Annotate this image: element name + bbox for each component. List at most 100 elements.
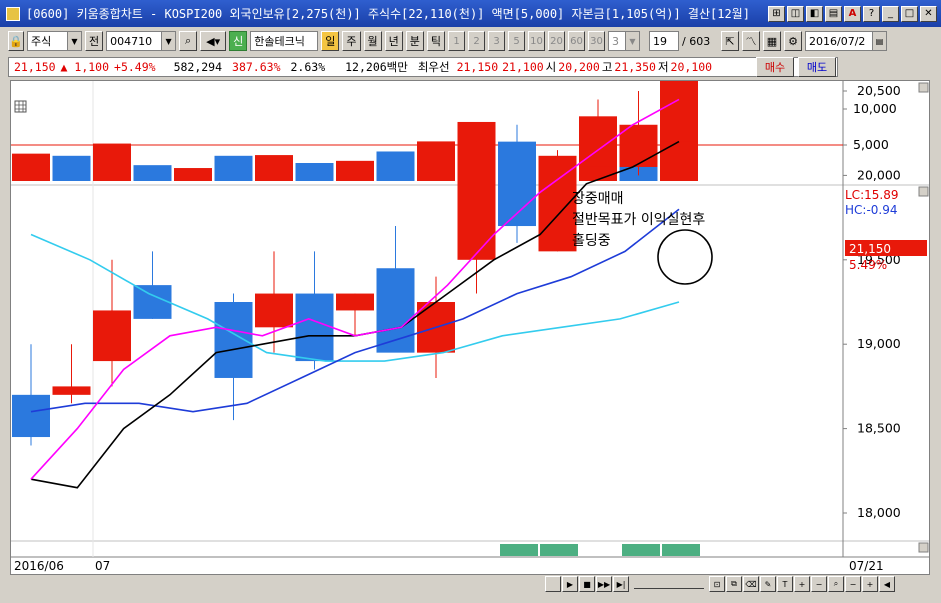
candle-body (336, 293, 374, 311)
minimize-button[interactable]: _ (882, 5, 899, 22)
period-minute-button[interactable]: 분 (405, 31, 424, 51)
chart-svg[interactable]: 21,50021,00020,50020,00019,50019,00018,5… (11, 0, 929, 574)
end-icon[interactable]: ▶| (613, 576, 629, 592)
code-input[interactable]: 004710 ▼ (106, 31, 177, 51)
help-icon[interactable]: ? (863, 5, 880, 22)
volume-bar (417, 141, 455, 181)
app-icon (6, 6, 20, 21)
link-icon[interactable]: ⊞ (768, 5, 785, 22)
window-icon[interactable]: ◫ (787, 5, 804, 22)
turnover: 2.63% (290, 60, 326, 74)
volume-bar (214, 155, 253, 181)
alert-icon[interactable]: A (844, 5, 861, 22)
count-input[interactable]: 19 (649, 31, 679, 51)
interval-button[interactable]: 5 (508, 31, 525, 51)
volume-tick-label: 5,000 (853, 137, 889, 152)
draw-icon[interactable]: ✎ (760, 576, 776, 592)
chevron-down-icon: ▼ (67, 32, 81, 50)
speaker-icon[interactable]: ◀▾ (200, 31, 227, 51)
interval-button[interactable]: 30 (588, 31, 605, 51)
prev-button[interactable]: 전 (85, 31, 104, 51)
title-buttons: ⊞ ◫ ◧ ▤ A ? _ □ ✕ (768, 5, 937, 22)
sell-button[interactable]: 매도 (798, 57, 836, 77)
zoom-icon[interactable]: ⇱ (721, 31, 739, 51)
title-bar: [0600] 키움종합차트 - KOSPI200 외국인보유[2,275(천)]… (0, 0, 941, 27)
x-label-end: 07/21 (849, 559, 884, 573)
best-label: 최우선 (417, 60, 450, 74)
search-icon[interactable]: ⌕ (179, 31, 198, 51)
layout-icon[interactable]: ◧ (806, 5, 823, 22)
panel-close-icon[interactable] (918, 82, 929, 93)
close-button[interactable]: ✕ (920, 5, 937, 22)
chart-scroll-controls: ▶ ■ ▶▶ ▶| ⊡ ⧉ ⌫ ✎ T + − ⌕ − + ◀ (545, 575, 895, 593)
indicator-bar (622, 544, 660, 556)
annotation-line-3: 홀딩중 (572, 233, 611, 249)
period-year-button[interactable]: 년 (384, 31, 403, 51)
zoom-in-icon[interactable]: + (794, 576, 810, 592)
market-select[interactable]: 주식 ▼ (27, 31, 82, 51)
period-month-button[interactable]: 월 (363, 31, 382, 51)
interval-button[interactable]: 60 (568, 31, 585, 51)
interval-button[interactable]: 10 (528, 31, 545, 51)
stop-icon[interactable]: ■ (579, 576, 595, 592)
price-tick-label: 18,000 (857, 505, 901, 520)
gear-icon[interactable]: ⚙ (784, 31, 802, 51)
trend-icon[interactable]: 〽 (742, 31, 760, 51)
last-change-tag: 5.49% (849, 258, 887, 272)
price-tick-label: 18,500 (857, 421, 901, 436)
low-label: 저 (657, 60, 669, 74)
interval-select-value: 3 (612, 34, 619, 48)
chart-area[interactable]: 21,50021,00020,50020,00019,50019,00018,5… (10, 0, 930, 575)
company-name: 한솔테크닉 (250, 31, 319, 51)
volume-bar (336, 160, 374, 181)
indicator-bar (662, 544, 700, 556)
interval-button[interactable]: 2 (468, 31, 485, 51)
plus-icon[interactable]: + (862, 576, 878, 592)
maximize-button[interactable]: □ (901, 5, 918, 22)
low-price: 20,100 (670, 60, 713, 74)
panel-close-icon[interactable] (918, 186, 929, 197)
interval-select[interactable]: 3 ▼ (608, 31, 640, 51)
credit-badge[interactable]: 신 (229, 31, 248, 51)
candle-body (12, 394, 50, 438)
interval-button[interactable]: 1 (448, 31, 465, 51)
volume-ratio: 387.63% (232, 60, 281, 74)
price-tick-label: 20,000 (857, 167, 901, 182)
interval-button[interactable]: 20 (548, 31, 565, 51)
candle-body (457, 175, 496, 260)
hc-label: HC:-0.94 (845, 203, 898, 217)
period-week-button[interactable]: 주 (342, 31, 361, 51)
magnify-icon[interactable]: ⌕ (828, 576, 844, 592)
calendar-icon: ▤ (872, 32, 886, 50)
high-price: 21,350 (614, 60, 656, 74)
buy-button[interactable]: 매수 (756, 57, 794, 77)
scroll-left-icon[interactable]: ◀ (879, 576, 895, 592)
minus-icon[interactable]: − (845, 576, 861, 592)
print-icon[interactable]: ▤ (825, 5, 842, 22)
volume-bar (52, 155, 91, 181)
quote-bar: 21,150 ▲ 1,100 +5.49% 582,294 387.63% 2.… (8, 57, 838, 77)
chevron-down-icon: ▼ (625, 32, 639, 50)
date-input[interactable]: 2016/07/2 ▤ (805, 31, 887, 51)
window-title: [0600] 키움종합차트 - KOSPI200 외국인보유[2,275(천)]… (26, 7, 750, 21)
play-icon[interactable]: ▶ (562, 576, 578, 592)
annotation-line-1: 장중매매 (572, 191, 624, 207)
eraser-icon[interactable]: ⌫ (743, 576, 759, 592)
lock-icon[interactable]: 🔒 (8, 31, 24, 51)
x-label-month: 07 (95, 559, 110, 573)
last-price-tag-text: 21,150 (849, 242, 891, 256)
toolbar: 🔒 주식 ▼ 전 004710 ▼ ⌕ ◀▾ 신 한솔테크닉 일 주 월 년 분 틱… (0, 28, 941, 54)
copy-icon[interactable]: ⧉ (726, 576, 742, 592)
period-tick-button[interactable]: 틱 (426, 31, 445, 51)
fast-forward-icon[interactable]: ▶▶ (596, 576, 612, 592)
zoom-out-icon[interactable]: − (811, 576, 827, 592)
panel-close-icon[interactable] (918, 542, 929, 553)
best-bid: 21,100 (502, 60, 544, 74)
text-tool-icon[interactable]: T (777, 576, 793, 592)
table-icon[interactable]: ▦ (763, 31, 781, 51)
interval-button[interactable]: 3 (488, 31, 505, 51)
zoom-slider[interactable] (634, 579, 704, 589)
period-day-button[interactable]: 일 (321, 31, 340, 51)
scroll-track[interactable] (545, 576, 561, 592)
zoom-fit-icon[interactable]: ⊡ (709, 576, 725, 592)
